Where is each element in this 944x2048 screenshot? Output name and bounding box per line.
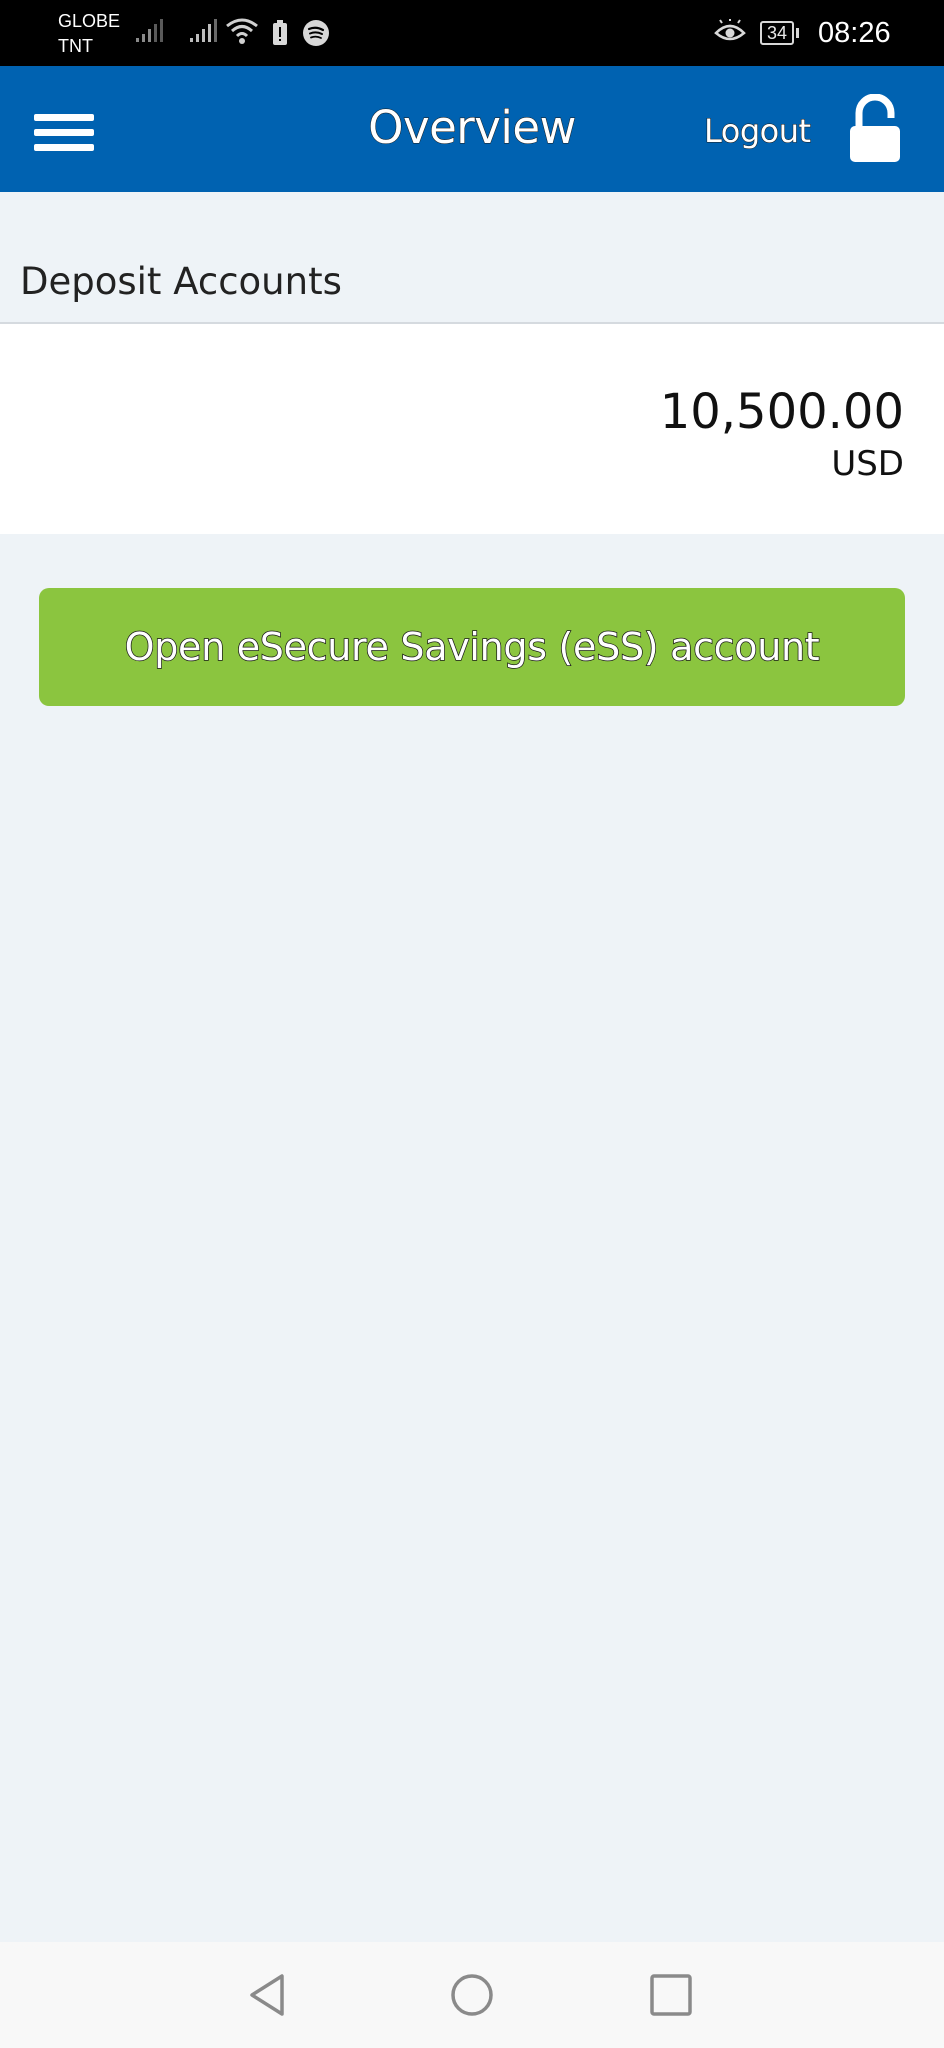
navigation-bar: [0, 1942, 944, 2048]
spotify-icon: [303, 20, 329, 46]
home-icon[interactable]: [447, 1970, 497, 2020]
back-icon[interactable]: [244, 1970, 294, 2020]
account-currency: USD: [831, 444, 904, 484]
section-title: Deposit Accounts: [20, 260, 342, 303]
account-balance: 10,500.00: [659, 384, 904, 440]
recent-apps-icon[interactable]: [646, 1970, 696, 2020]
status-bar: GLOBE TNT 34 08:26: [0, 0, 944, 66]
deposit-accounts-header: Deposit Accounts: [0, 192, 944, 324]
signal-icon: [136, 19, 163, 42]
wifi-icon: [226, 18, 258, 44]
carrier-line-1: GLOBE: [58, 11, 121, 31]
hamburger-menu-icon[interactable]: [26, 104, 98, 158]
carrier-line-2: TNT: [58, 36, 93, 56]
battery-level-indicator: 34: [760, 20, 800, 46]
unlocked-padlock-icon[interactable]: [846, 94, 904, 164]
app-header: Overview Logout: [0, 66, 944, 192]
battery-nub: [796, 28, 800, 38]
account-card[interactable]: 10,500.00 USD: [0, 324, 944, 534]
signal-icon: [190, 19, 217, 42]
battery-icon: [273, 20, 287, 45]
status-time: 08:26: [818, 17, 891, 49]
carrier-name: GLOBE TNT: [58, 9, 120, 59]
eye-icon: [714, 19, 746, 41]
open-ess-account-button[interactable]: Open eSecure Savings (eSS) account: [39, 588, 905, 706]
logout-button[interactable]: Logout: [704, 110, 812, 152]
battery-level-text: 34: [760, 21, 795, 45]
